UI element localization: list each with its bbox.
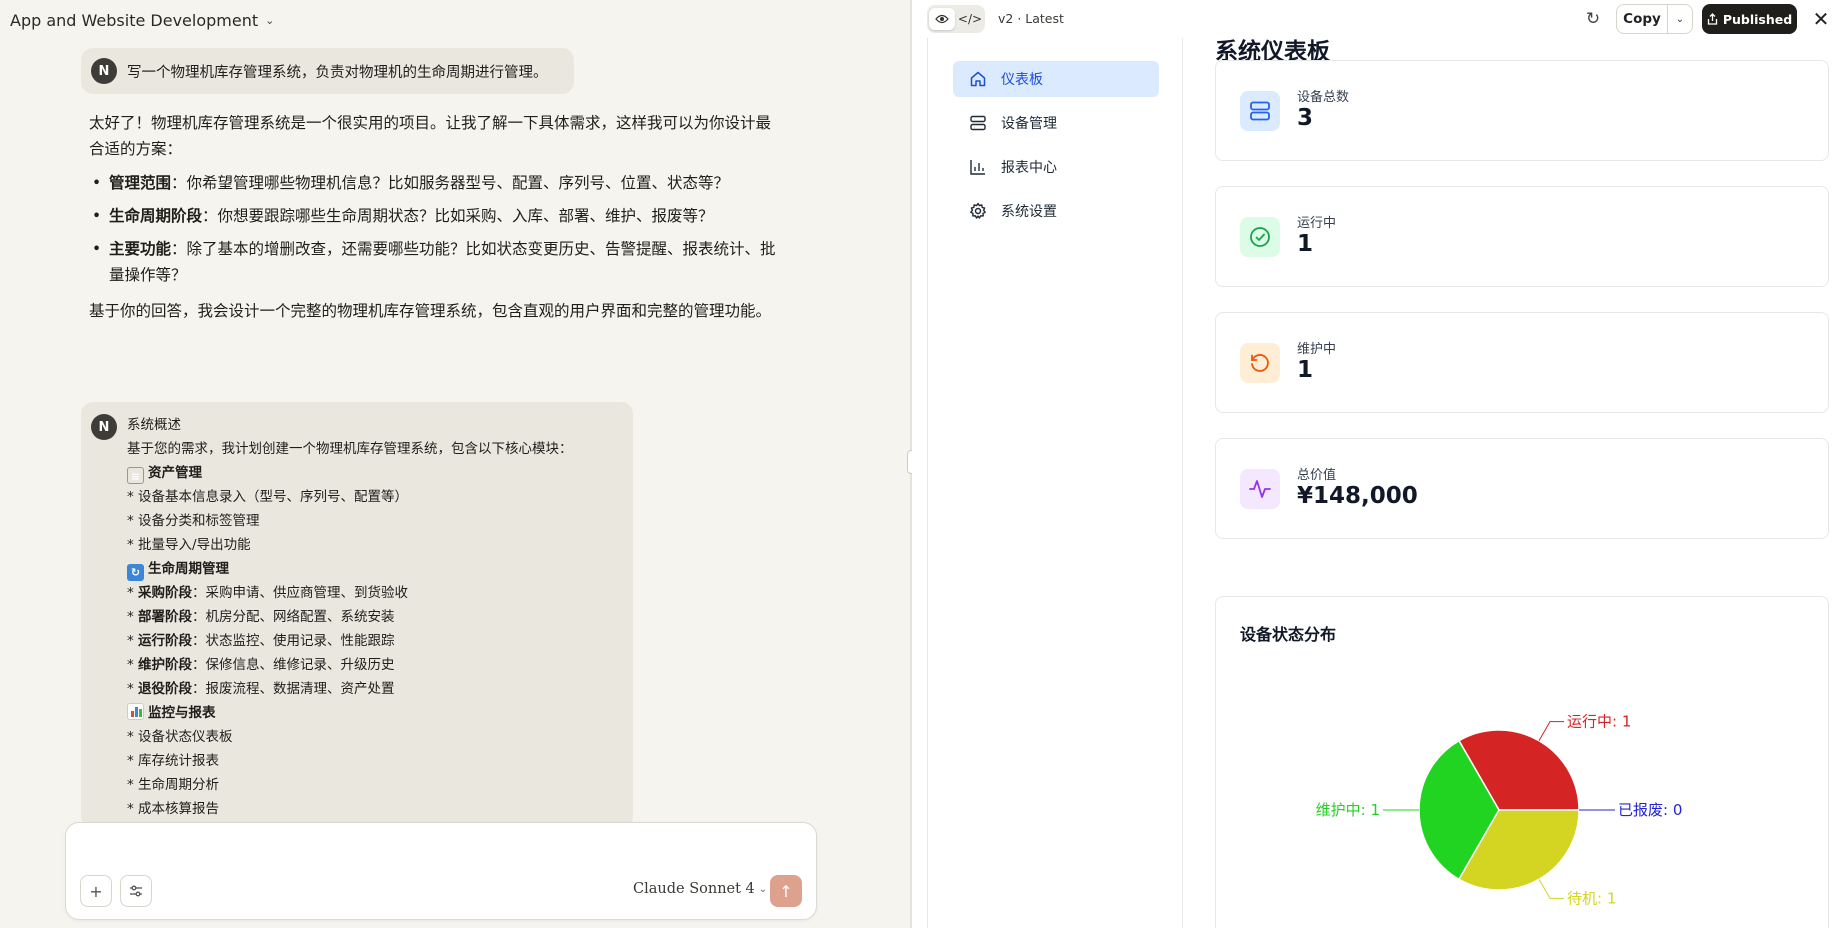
version-label[interactable]: v2 · Latest xyxy=(998,11,1064,26)
send-button[interactable]: ↑ xyxy=(770,875,802,907)
chevron-down-icon: ⌄ xyxy=(758,883,768,895)
copy-options-button[interactable]: ⌄ xyxy=(1667,4,1693,34)
arrow-up-icon: ↑ xyxy=(779,881,793,901)
stat-label: 设备总数 xyxy=(1297,90,1350,105)
stat-value: 1 xyxy=(1297,357,1314,383)
model-selector[interactable]: Claude Sonnet 4 ⌄ xyxy=(633,881,767,897)
add-attachment-button[interactable]: + xyxy=(80,875,112,907)
code-icon: </> xyxy=(957,12,983,26)
stat-card-total-devices: 设备总数 3 xyxy=(1215,60,1829,161)
bar-chart-icon xyxy=(127,703,144,720)
message-input[interactable] xyxy=(82,837,782,861)
pie-label-standby: 待机: 1 xyxy=(1567,889,1616,907)
stat-value: ¥148,000 xyxy=(1297,483,1418,509)
chevron-down-icon: ⌄ xyxy=(265,13,275,27)
sidebar-item-settings[interactable]: 系统设置 xyxy=(953,193,1159,229)
artifact-pane: </> v2 · Latest ↻ Copy ⌄ Published ✕ 仪表板… xyxy=(912,0,1841,928)
stat-card-total-value: 总价值 ¥148,000 xyxy=(1215,438,1829,539)
stat-label: 运行中 xyxy=(1297,216,1337,231)
pie-chart: 运行中: 1 维护中: 1 待机: 1 已报废: 0 xyxy=(1316,713,1683,908)
chat-pane: App and Website Development ⌄ N 写一个物理机库存… xyxy=(0,0,912,928)
stat-value: 1 xyxy=(1297,231,1314,257)
user-message-text: 写一个物理机库存管理系统，负责对物理机的生命周期进行管理。 xyxy=(127,65,548,81)
list-item: 生命周期阶段：你想要跟踪哪些生命周期状态？比如采购、入库、部署、维护、报废等？ xyxy=(89,203,779,229)
view-toggle: </> xyxy=(927,5,985,33)
share-icon xyxy=(1707,13,1717,25)
server-icon xyxy=(1240,91,1280,131)
stat-card-running: 运行中 1 xyxy=(1215,186,1829,287)
user-message: N 系统概述 基于您的需求，我计划创建一个物理机库存管理系统，包含以下核心模块：… xyxy=(81,402,633,828)
list-item: 管理范围：你希望管理哪些物理机信息？比如服务器型号、配置、序列号、位置、状态等？ xyxy=(89,170,779,196)
artifact-preview: 仪表板 设备管理 报表中心 系统设置 系统仪表板 设备总数 3 运行中 1 维护… xyxy=(927,38,1841,928)
assistant-intro: 太好了！物理机库存管理系统是一个很实用的项目。让我了解一下具体需求，这样我可以为… xyxy=(89,114,772,158)
sliders-icon xyxy=(130,885,142,897)
pie-label-maintenance: 维护中: 1 xyxy=(1316,801,1380,819)
stat-value: 3 xyxy=(1297,105,1314,131)
pie-leader-line xyxy=(1538,879,1564,899)
pie-label-running: 运行中: 1 xyxy=(1567,713,1631,731)
user-message-text: 系统概述 基于您的需求，我计划创建一个物理机库存管理系统，包含以下核心模块： ≡… xyxy=(127,417,573,817)
check-circle-icon xyxy=(1240,217,1280,257)
stat-card-maintenance: 维护中 1 xyxy=(1215,312,1829,413)
chart-title: 设备状态分布 xyxy=(1240,625,1337,644)
clipboard-icon: ≡ xyxy=(127,467,144,484)
project-title-dropdown[interactable]: App and Website Development ⌄ xyxy=(10,10,274,30)
sidebar-item-reports[interactable]: 报表中心 xyxy=(953,149,1159,185)
activity-icon xyxy=(1240,469,1280,509)
published-button[interactable]: Published xyxy=(1702,4,1797,34)
server-icon xyxy=(970,115,986,131)
preview-toggle[interactable] xyxy=(929,8,955,30)
stat-label: 总价值 xyxy=(1297,468,1337,483)
dashboard: 系统仪表板 设备总数 3 运行中 1 维护中 1 总价值 ¥148,000 设备… xyxy=(1184,38,1841,928)
tools-button[interactable] xyxy=(120,875,152,907)
sidebar: 仪表板 设备管理 报表中心 系统设置 xyxy=(928,38,1183,928)
sidebar-item-devices[interactable]: 设备管理 xyxy=(953,105,1159,141)
close-icon: ✕ xyxy=(1812,7,1830,31)
eye-icon xyxy=(935,14,949,24)
refresh-button[interactable]: ↻ xyxy=(1580,6,1606,32)
rotate-icon xyxy=(1240,343,1280,383)
avatar: N xyxy=(91,414,117,440)
user-message: N 写一个物理机库存管理系统，负责对物理机的生命周期进行管理。 xyxy=(81,48,574,94)
pie-label-retired: 已报废: 0 xyxy=(1618,801,1682,819)
message-composer: + Claude Sonnet 4 ⌄ ↑ xyxy=(65,822,817,920)
status-distribution-card: 设备状态分布 运行中: 1 维护中: 1 待机: 1 已报废: 0 xyxy=(1215,596,1829,928)
code-toggle[interactable]: </> xyxy=(957,8,983,30)
assistant-message: 太好了！物理机库存管理系统是一个很实用的项目。让我了解一下具体需求，这样我可以为… xyxy=(89,110,779,332)
assistant-bullet-list: 管理范围：你希望管理哪些物理机信息？比如服务器型号、配置、序列号、位置、状态等？… xyxy=(89,170,779,288)
close-button[interactable]: ✕ xyxy=(1808,6,1834,32)
assistant-closing: 基于你的回答，我会设计一个完整的物理机库存管理系统，包含直观的用户界面和完整的管… xyxy=(89,302,772,320)
plus-icon: + xyxy=(89,881,103,901)
project-title: App and Website Development xyxy=(10,10,259,30)
home-icon xyxy=(970,71,986,87)
artifact-toolbar: </> v2 · Latest ↻ Copy ⌄ Published ✕ xyxy=(912,0,1841,38)
refresh-icon: ↻ xyxy=(127,564,144,581)
bar-chart-icon xyxy=(970,160,985,175)
chevron-down-icon: ⌄ xyxy=(1675,13,1685,25)
stat-label: 维护中 xyxy=(1297,342,1337,357)
pie-leader-line xyxy=(1538,721,1564,741)
copy-button[interactable]: Copy xyxy=(1616,4,1668,34)
refresh-icon: ↻ xyxy=(1585,9,1601,29)
list-item: 主要功能：除了基本的增删改查，还需要哪些功能？比如状态变更历史、告警提醒、报表统… xyxy=(89,236,779,288)
gear-icon xyxy=(970,202,986,219)
sidebar-item-dashboard[interactable]: 仪表板 xyxy=(953,61,1159,97)
avatar: N xyxy=(91,58,117,84)
